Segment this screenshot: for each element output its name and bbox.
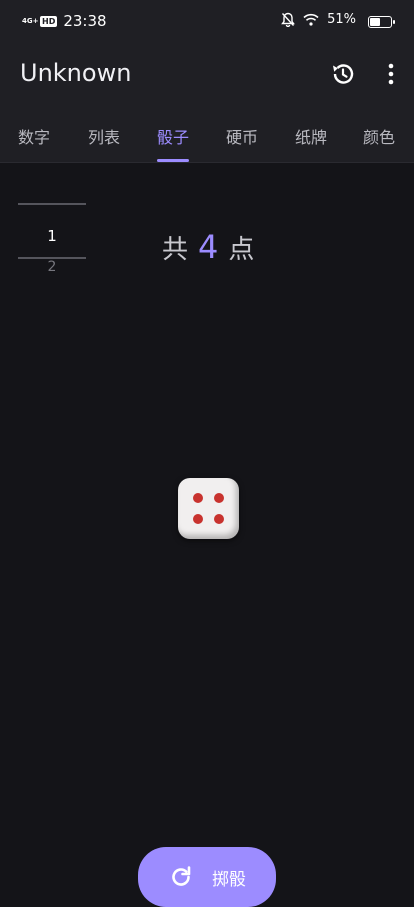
roll-button-label: 掷骰 (212, 869, 246, 890)
tab-coin[interactable]: 硬币 (226, 124, 258, 148)
tab-number[interactable]: 数字 (18, 124, 50, 148)
history-divider-top (18, 203, 86, 205)
battery-percent: 51% (327, 12, 356, 27)
history-list[interactable]: 1 2 (18, 203, 86, 275)
clock: 23:38 (63, 12, 107, 30)
battery-fill (370, 18, 381, 26)
tab-cards[interactable]: 纸牌 (295, 124, 327, 148)
app-title: Unknown (20, 59, 132, 87)
active-tab-indicator (157, 159, 189, 162)
history-item-current: 1 (47, 227, 57, 245)
battery-icon (368, 16, 395, 28)
die[interactable] (178, 478, 239, 539)
total-value: 4 (198, 228, 219, 266)
tab-dice[interactable]: 骰子 (157, 124, 189, 148)
status-right: 51% (281, 12, 356, 27)
bell-off-icon (281, 12, 295, 27)
total-suffix: 点 (228, 235, 255, 265)
total-result: 共 4 点 (162, 228, 254, 266)
status-bar: 4G+ HD 23:38 51% (0, 0, 414, 44)
history-item-previous: 2 (47, 259, 57, 275)
network-indicator: 4G+ (22, 16, 39, 25)
die-pip (193, 493, 203, 503)
history-icon[interactable] (330, 61, 356, 87)
more-vert-icon[interactable] (386, 61, 396, 87)
tab-bar: 数字 列表 骰子 硬币 纸牌 颜色 (0, 104, 414, 163)
status-left: 4G+ HD 23:38 (22, 12, 107, 30)
tab-list[interactable]: 列表 (88, 124, 120, 148)
hd-badge: HD (40, 15, 58, 27)
tab-color[interactable]: 颜色 (363, 124, 395, 148)
refresh-icon (172, 866, 191, 886)
roll-button[interactable]: 掷骰 (138, 847, 276, 907)
die-pip (214, 514, 224, 524)
total-prefix: 共 (162, 235, 189, 265)
battery-tip (393, 20, 395, 24)
die-pip (193, 514, 203, 524)
wifi-icon (303, 13, 319, 26)
app-bar: Unknown (0, 44, 414, 104)
die-pip (214, 493, 224, 503)
